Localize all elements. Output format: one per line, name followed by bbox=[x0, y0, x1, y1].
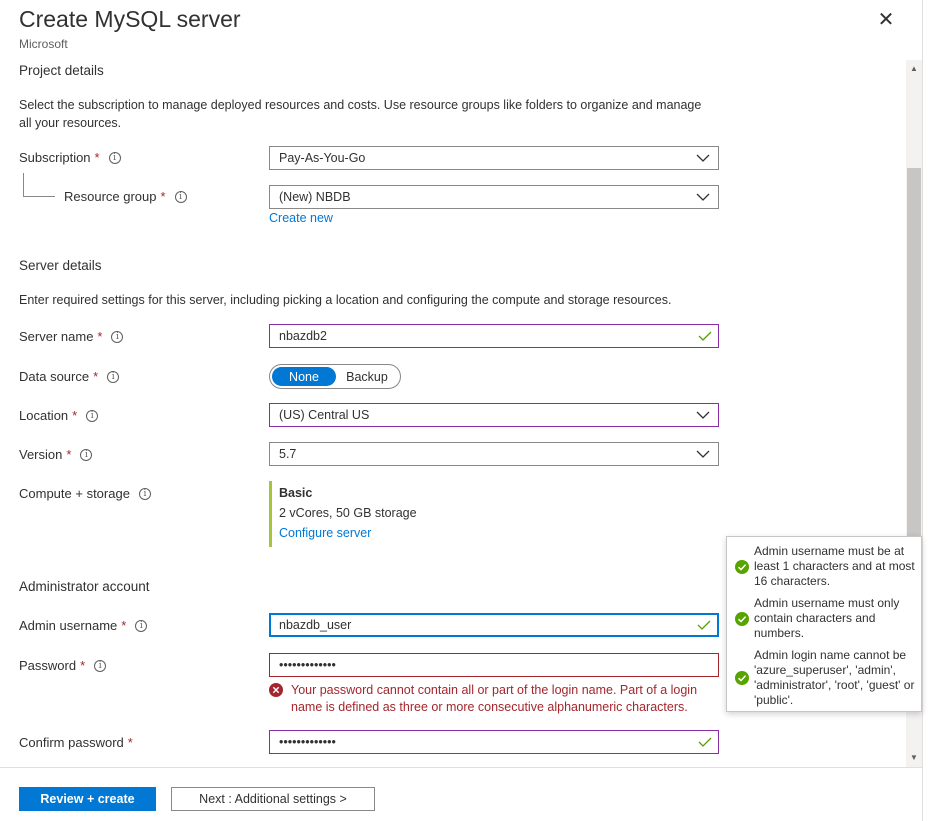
admin-username-label: Admin username * i bbox=[19, 618, 148, 633]
scroll-up-arrow-icon[interactable]: ▲ bbox=[906, 60, 922, 78]
chevron-down-icon bbox=[696, 411, 710, 419]
tooltip-rule: Admin username must only contain charact… bbox=[735, 596, 915, 641]
section-administrator-account: Administrator account bbox=[19, 579, 150, 594]
password-error-message: Your password cannot contain all or part… bbox=[269, 682, 729, 716]
info-icon[interactable]: i bbox=[86, 409, 99, 422]
confirm-password-input[interactable]: ••••••••••••• bbox=[269, 730, 719, 754]
page-title: Create MySQL server bbox=[19, 6, 241, 32]
required-marker: * bbox=[94, 150, 100, 165]
next-additional-settings-button[interactable]: Next : Additional settings > bbox=[171, 787, 375, 811]
create-new-link[interactable]: Create new bbox=[269, 211, 333, 225]
required-marker: * bbox=[121, 618, 127, 633]
info-icon[interactable]: i bbox=[108, 151, 121, 164]
section-server-details: Server details bbox=[19, 258, 102, 273]
server-name-input[interactable]: nbazdb2 bbox=[269, 324, 719, 348]
configure-server-link[interactable]: Configure server bbox=[279, 526, 569, 540]
required-marker: * bbox=[160, 189, 166, 204]
compute-summary: Basic 2 vCores, 50 GB storage Configure … bbox=[269, 481, 569, 547]
info-icon[interactable]: i bbox=[174, 190, 187, 203]
check-icon bbox=[698, 737, 712, 747]
review-create-button[interactable]: Review + create bbox=[19, 787, 156, 811]
admin-username-input[interactable]: nbazdb_user bbox=[269, 613, 719, 637]
data-source-toggle[interactable]: None Backup bbox=[269, 364, 401, 389]
server-description: Enter required settings for this server,… bbox=[19, 293, 672, 307]
confirm-password-label: Confirm password * bbox=[19, 735, 133, 750]
check-icon bbox=[698, 331, 712, 341]
subscription-dropdown[interactable]: Pay-As-You-Go bbox=[269, 146, 719, 170]
location-label: Location * i bbox=[19, 408, 99, 423]
check-circle-icon bbox=[735, 611, 749, 626]
chevron-down-icon bbox=[696, 154, 710, 162]
username-rules-tooltip: Admin username must be at least 1 charac… bbox=[726, 536, 922, 712]
section-project-details: Project details bbox=[19, 63, 104, 78]
publisher-label: Microsoft bbox=[19, 37, 68, 51]
compute-spec: 2 vCores, 50 GB storage bbox=[279, 506, 417, 520]
info-icon[interactable]: i bbox=[80, 448, 93, 461]
check-circle-icon bbox=[735, 671, 749, 685]
required-marker: * bbox=[97, 329, 103, 344]
required-marker: * bbox=[66, 447, 72, 462]
password-label: Password * i bbox=[19, 658, 107, 673]
window-edge bbox=[922, 0, 928, 821]
required-marker: * bbox=[80, 658, 86, 673]
version-dropdown[interactable]: 5.7 bbox=[269, 442, 719, 466]
required-marker: * bbox=[93, 369, 99, 384]
data-source-option-backup[interactable]: Backup bbox=[336, 367, 398, 386]
password-input[interactable]: ••••••••••••• bbox=[269, 653, 719, 677]
tree-connector bbox=[23, 173, 55, 197]
info-icon[interactable]: i bbox=[107, 370, 120, 383]
close-icon[interactable]: ✕ bbox=[876, 10, 896, 30]
resource-group-dropdown[interactable]: (New) NBDB bbox=[269, 185, 719, 209]
version-label: Version * i bbox=[19, 447, 93, 462]
check-circle-icon bbox=[735, 559, 749, 574]
check-icon bbox=[697, 620, 711, 630]
compute-storage-label: Compute + storage i bbox=[19, 486, 151, 501]
location-dropdown[interactable]: (US) Central US bbox=[269, 403, 719, 427]
info-icon[interactable]: i bbox=[111, 330, 124, 343]
pricing-tier: Basic bbox=[279, 486, 313, 500]
tooltip-rule: Admin login name cannot be 'azure_superu… bbox=[735, 648, 915, 708]
info-icon[interactable]: i bbox=[135, 619, 148, 632]
subscription-label: Subscription * i bbox=[19, 150, 121, 165]
project-description: Select the subscription to manage deploy… bbox=[19, 98, 702, 130]
chevron-down-icon bbox=[696, 193, 710, 201]
error-icon bbox=[269, 683, 283, 697]
required-marker: * bbox=[127, 735, 133, 750]
resource-group-label: Resource group * i bbox=[64, 189, 187, 204]
required-marker: * bbox=[72, 408, 78, 423]
info-icon[interactable]: i bbox=[94, 659, 107, 672]
server-name-label: Server name * i bbox=[19, 329, 124, 344]
chevron-down-icon bbox=[696, 450, 710, 458]
data-source-option-none[interactable]: None bbox=[272, 367, 336, 386]
scroll-down-arrow-icon[interactable]: ▼ bbox=[906, 749, 922, 767]
tooltip-rule: Admin username must be at least 1 charac… bbox=[735, 544, 915, 589]
info-icon[interactable]: i bbox=[138, 487, 151, 500]
data-source-label: Data source * i bbox=[19, 369, 120, 384]
